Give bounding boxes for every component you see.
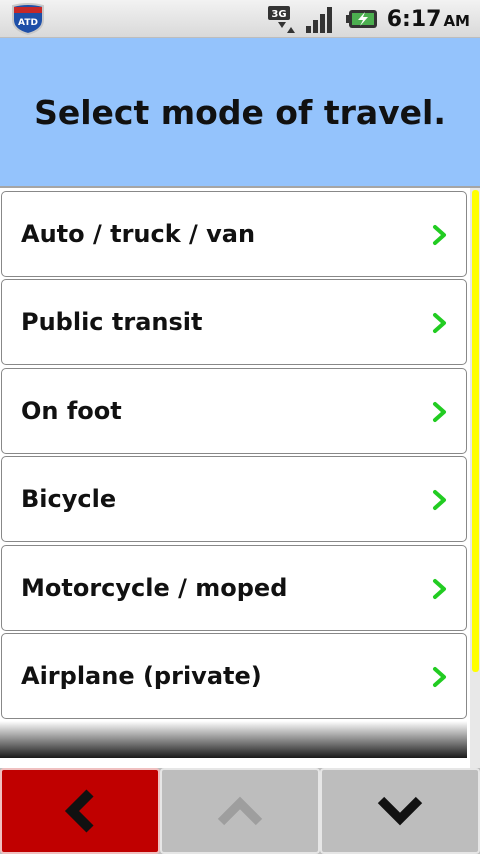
list-item[interactable]: Motorcycle / moped bbox=[1, 545, 467, 631]
list-fade-edge bbox=[0, 721, 467, 758]
clock-ampm: AM bbox=[443, 11, 470, 30]
scrollbar[interactable] bbox=[470, 188, 480, 768]
clock: 6:17 AM bbox=[387, 7, 470, 32]
list-item[interactable]: On foot bbox=[1, 368, 467, 454]
chevron-right-icon bbox=[433, 225, 446, 245]
list-item[interactable]: Auto / truck / van bbox=[1, 191, 467, 277]
back-button[interactable] bbox=[0, 768, 160, 854]
page-header: Select mode of travel. bbox=[0, 38, 480, 188]
list-item[interactable]: Public transit bbox=[1, 279, 467, 365]
battery-charging-icon bbox=[345, 10, 377, 28]
scroll-up-button[interactable] bbox=[160, 768, 320, 854]
app-shield-icon: ATD bbox=[12, 3, 44, 35]
up-arrow-icon bbox=[217, 796, 263, 826]
back-arrow-icon bbox=[64, 789, 94, 833]
list-item[interactable]: Bicycle bbox=[1, 456, 467, 542]
scroll-down-button[interactable] bbox=[320, 768, 480, 854]
chevron-right-icon bbox=[433, 667, 446, 687]
chevron-right-icon bbox=[433, 490, 446, 510]
list-item-label: Public transit bbox=[21, 308, 203, 336]
signal-strength-icon bbox=[305, 7, 332, 33]
network-3g-icon: 3G bbox=[267, 6, 295, 33]
chevron-right-icon bbox=[433, 313, 446, 333]
list-item-label: Motorcycle / moped bbox=[21, 574, 288, 602]
clock-time: 6:17 bbox=[386, 6, 442, 32]
svg-text:ATD: ATD bbox=[18, 18, 38, 28]
list-item-label: On foot bbox=[21, 397, 122, 425]
travel-mode-list[interactable]: Auto / truck / van Public transit On foo… bbox=[0, 188, 470, 758]
list-item[interactable]: Airplane (private) bbox=[1, 633, 467, 719]
list-item-label: Airplane (private) bbox=[21, 662, 262, 690]
svg-text:3G: 3G bbox=[271, 9, 286, 20]
chevron-right-icon bbox=[433, 579, 446, 599]
bottom-nav bbox=[0, 768, 480, 854]
down-arrow-icon bbox=[377, 796, 423, 826]
list-item-label: Auto / truck / van bbox=[21, 220, 256, 248]
status-bar: ATD 3G 6:17 AM bbox=[0, 0, 480, 38]
chevron-right-icon bbox=[433, 402, 446, 422]
page-title: Select mode of travel. bbox=[34, 92, 446, 132]
list-item-label: Bicycle bbox=[21, 485, 117, 513]
scrollbar-thumb[interactable] bbox=[472, 190, 479, 672]
